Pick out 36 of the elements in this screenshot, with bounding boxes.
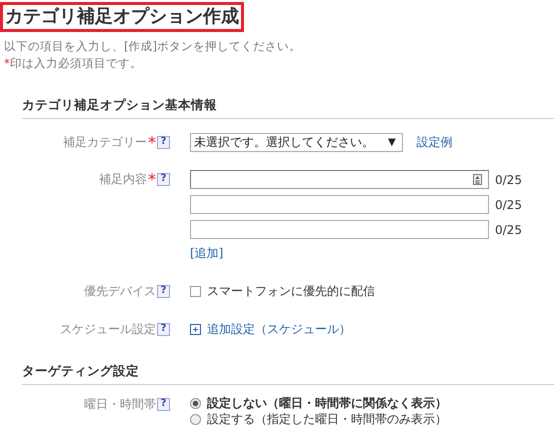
radio-label: 設定する（指定した曜日・時間帯のみ表示） <box>207 410 447 428</box>
plus-icon[interactable] <box>190 324 201 334</box>
required-mark: * <box>148 170 156 188</box>
radio-label: 設定しない（曜日・時間帯に関係なく表示） <box>207 394 447 412</box>
character-count: 0/25 <box>495 198 522 212</box>
page-title: カテゴリ補足オプション作成 <box>0 2 244 32</box>
help-icon[interactable]: ? <box>157 322 170 336</box>
field-label: スケジュール設定 <box>60 320 156 338</box>
help-icon[interactable]: ? <box>157 398 170 410</box>
text-field[interactable] <box>190 220 489 239</box>
help-icon[interactable]: ? <box>157 172 170 186</box>
section-title: ターゲティング設定 <box>22 363 139 378</box>
example-link[interactable]: 設定例 <box>416 134 453 151</box>
help-icon[interactable]: ? <box>157 284 170 298</box>
instruction-text: 以下の項目を入力し、[作成]ボタンを押してください。 <box>4 38 302 55</box>
schedule-link[interactable]: 追加設定（スケジュール） <box>207 320 351 338</box>
text-field[interactable] <box>190 170 489 189</box>
field-label: 優先デバイス <box>84 282 156 300</box>
required-mark: * <box>148 132 156 152</box>
text-field[interactable] <box>190 195 489 214</box>
character-count: 0/25 <box>495 172 522 186</box>
add-link[interactable]: [追加] <box>190 245 522 262</box>
field-label: 補足内容 <box>99 170 147 188</box>
required-note: 印は入力必須項目です。 <box>10 55 142 72</box>
radio-button[interactable] <box>190 414 201 424</box>
keyboard-icon <box>473 174 482 185</box>
character-count: 0/25 <box>495 222 522 236</box>
checkbox-label: スマートフォンに優先的に配信 <box>207 282 375 300</box>
field-label: 補足カテゴリー <box>63 134 147 150</box>
category-dropdown[interactable]: 未選択です。選択してください。 ▼ <box>190 133 403 152</box>
radio-button[interactable] <box>190 398 201 408</box>
checkbox[interactable] <box>190 286 201 296</box>
help-icon[interactable]: ? <box>157 136 170 148</box>
required-mark: * <box>4 55 10 72</box>
field-label: 曜日・時間帯 <box>84 396 156 412</box>
section-title: カテゴリ補足オプション基本情報 <box>22 97 217 112</box>
